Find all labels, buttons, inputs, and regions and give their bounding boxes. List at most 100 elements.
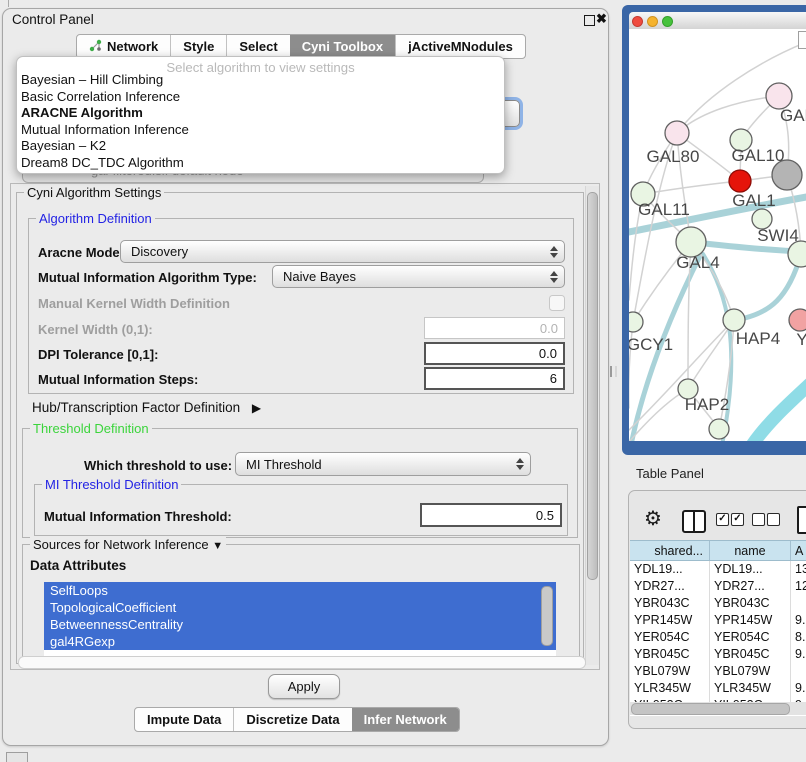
- tab-infer-network[interactable]: Infer Network: [352, 708, 459, 731]
- attribute-item[interactable]: TopologicalCoefficient: [44, 599, 556, 616]
- table-cell: 12: [791, 578, 806, 595]
- hub-section-label: Hub/Transcription Factor Definition: [32, 400, 240, 415]
- node-table: shared...nameA YDL19...YDL19...13YDR27..…: [630, 540, 806, 716]
- corner-button[interactable]: [6, 752, 28, 762]
- close-icon[interactable]: ✖: [596, 11, 607, 27]
- tab-style[interactable]: Style: [170, 35, 226, 58]
- table-cell: 13: [791, 561, 806, 578]
- table-cell: YPR145W: [710, 612, 791, 629]
- dpi-tolerance-field[interactable]: 0.0: [424, 342, 565, 365]
- hub-section[interactable]: Hub/Transcription Factor Definition ▶: [32, 400, 261, 415]
- table-cell: YDL19...: [630, 561, 710, 578]
- dropdown-item[interactable]: ARACNE Algorithm: [17, 105, 504, 122]
- column-header[interactable]: name: [710, 541, 791, 560]
- table-cell: YBR043C: [710, 595, 791, 612]
- table-panel-title: Table Panel: [636, 466, 704, 481]
- tab-label: Infer Network: [364, 712, 447, 727]
- network-node-gcy1[interactable]: [629, 312, 643, 332]
- network-node-y[interactable]: [789, 309, 806, 331]
- float-window-icon[interactable]: [584, 15, 595, 26]
- tab-network[interactable]: Network: [77, 35, 170, 58]
- gear-icon[interactable]: ⚙: [644, 506, 662, 531]
- network-node-hap4[interactable]: [723, 309, 745, 331]
- network-graph[interactable]: GALGAL80GAL10GAL1GAL11SWI4GAL4GCY1HAP4YH…: [629, 29, 806, 441]
- attribute-item[interactable]: gal4RGexp: [44, 633, 556, 650]
- minimize-traffic-light-icon[interactable]: [647, 16, 658, 27]
- column-header[interactable]: A: [791, 541, 806, 560]
- table-row[interactable]: YBR043CYBR043C: [630, 595, 806, 612]
- mi-type-combo[interactable]: Naive Bayes: [272, 265, 565, 288]
- algorithm-dropdown-list: Bayesian – Hill ClimbingBasic Correlatio…: [17, 72, 504, 171]
- node-label: GAL80: [647, 147, 700, 166]
- network-node[interactable]: [709, 419, 729, 439]
- apply-button[interactable]: Apply: [268, 674, 340, 699]
- table-row[interactable]: YDR27...YDR27...12: [630, 578, 806, 595]
- close-traffic-light-icon[interactable]: [632, 16, 643, 27]
- table-row[interactable]: YER054CYER054C8.: [630, 629, 806, 646]
- tab-label: Select: [239, 39, 277, 54]
- node-label: GAL11: [638, 200, 690, 219]
- collapse-right-icon[interactable]: ▶: [252, 401, 261, 415]
- tab-impute-data[interactable]: Impute Data: [135, 708, 233, 731]
- network-node-gal1[interactable]: [729, 170, 751, 192]
- tab-label: Network: [107, 39, 158, 54]
- table-row[interactable]: YBR045CYBR045C9.: [630, 646, 806, 663]
- table-cell: YDL19...: [710, 561, 791, 578]
- network-node-gal80[interactable]: [665, 121, 689, 145]
- dropdown-item[interactable]: Mutual Information Inference: [17, 122, 504, 139]
- zoom-traffic-light-icon[interactable]: [662, 16, 673, 27]
- horizontal-scrollbar[interactable]: [18, 656, 586, 669]
- tab-discretize-data[interactable]: Discretize Data: [233, 708, 351, 731]
- algorithm-dropdown[interactable]: Select algorithm to view settings Bayesi…: [16, 56, 505, 174]
- aracne-mode-value: Discovery: [131, 244, 188, 259]
- kernel-width-field[interactable]: 0.0: [424, 317, 565, 339]
- table-row[interactable]: YLR345WYLR345W9.: [630, 680, 806, 697]
- dropdown-item[interactable]: Dream8 DC_TDC Algorithm: [17, 155, 504, 172]
- network-canvas[interactable]: GALGAL80GAL10GAL1GAL11SWI4GAL4GCY1HAP4YH…: [629, 29, 806, 441]
- sources-legend[interactable]: Sources for Network Inference ▼: [30, 537, 226, 552]
- attributes-scrollbar-thumb[interactable]: [541, 586, 553, 646]
- table-row[interactable]: YBL079WYBL079W: [630, 663, 806, 680]
- tab-jactivemnodules[interactable]: jActiveMNodules: [395, 35, 525, 58]
- network-edge[interactable]: [688, 320, 734, 389]
- unchecked-checkbox-icon[interactable]: [767, 513, 780, 526]
- network-edge[interactable]: [750, 382, 806, 441]
- table-row[interactable]: YDL19...YDL19...13: [630, 561, 806, 578]
- data-attributes-label: Data Attributes: [30, 558, 126, 573]
- table-header-row: shared...nameA: [630, 540, 806, 561]
- network-edge[interactable]: [643, 181, 740, 194]
- which-threshold-label: Which threshold to use:: [84, 458, 232, 473]
- apply-button-label: Apply: [288, 679, 321, 694]
- table-cell: [791, 663, 806, 680]
- dropdown-item[interactable]: Basic Correlation Inference: [17, 89, 504, 106]
- column-header[interactable]: shared...: [630, 541, 710, 560]
- aracne-mode-combo[interactable]: Discovery: [120, 240, 565, 263]
- mi-threshold-field[interactable]: 0.5: [420, 503, 562, 527]
- mi-steps-field[interactable]: 6: [424, 367, 565, 390]
- dpi-tolerance-value: 0.0: [539, 346, 557, 361]
- which-threshold-combo[interactable]: MI Threshold: [235, 452, 531, 476]
- vertical-scrollbar-thumb[interactable]: [587, 192, 598, 580]
- control-panel-title: Control Panel: [12, 12, 94, 27]
- mi-threshold-value: 0.5: [536, 508, 554, 523]
- attribute-item[interactable]: SelfLoops: [44, 582, 556, 599]
- split-view-icon[interactable]: [682, 510, 706, 533]
- collapse-down-icon[interactable]: ▼: [212, 540, 223, 552]
- unchecked-checkbox-icon[interactable]: [752, 513, 765, 526]
- table-cell: YPR145W: [630, 612, 710, 629]
- mi-steps-label: Mutual Information Steps:: [38, 372, 198, 387]
- stepper-icon: [550, 271, 558, 283]
- dropdown-item[interactable]: Bayesian – K2: [17, 138, 504, 155]
- tab-cyni-toolbox[interactable]: Cyni Toolbox: [290, 35, 395, 58]
- tab-select[interactable]: Select: [226, 35, 289, 58]
- table-row[interactable]: YPR145WYPR145W9.: [630, 612, 806, 629]
- checked-checkbox-icon[interactable]: ✓: [731, 513, 744, 526]
- network-overlay-control[interactable]: [798, 31, 806, 49]
- panel-splitter-handle[interactable]: [610, 366, 617, 377]
- document-icon[interactable]: [797, 506, 806, 534]
- manual-kernel-checkbox[interactable]: [549, 295, 565, 311]
- table-hscrollbar-thumb[interactable]: [631, 703, 790, 715]
- checked-checkbox-icon[interactable]: ✓: [716, 513, 729, 526]
- attribute-item[interactable]: BetweennessCentrality: [44, 616, 556, 633]
- data-attributes-list[interactable]: SelfLoopsTopologicalCoefficientBetweenne…: [44, 582, 556, 656]
